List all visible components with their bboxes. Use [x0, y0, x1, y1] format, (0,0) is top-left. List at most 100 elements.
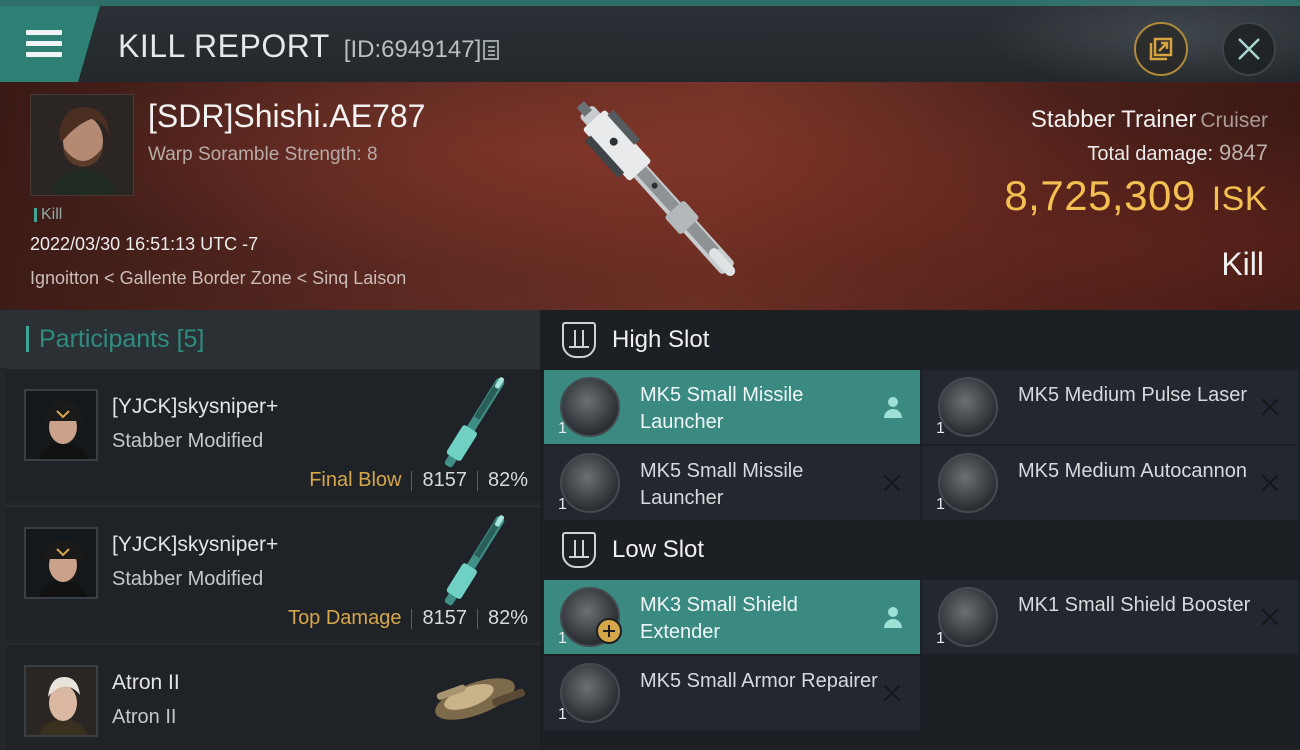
share-icon — [1149, 37, 1173, 61]
autocannon-icon — [938, 453, 998, 513]
close-icon — [1238, 38, 1260, 60]
participant-avatar[interactable] — [24, 665, 98, 737]
high-slot-icon — [562, 322, 596, 358]
close-icon[interactable] — [882, 472, 904, 494]
participants-count: [5] — [176, 324, 205, 353]
total-damage-value: 9847 — [1219, 140, 1268, 165]
participants-list: [YJCK]skysniper+ Stabber Modified Final … — [6, 368, 540, 750]
kill-tag: Kill — [34, 206, 62, 224]
participants-panel: Participants [5] [YJCK]skysniper+ Stabbe… — [0, 310, 540, 750]
victim-name[interactable]: [SDR]Shishi.AE787 — [148, 98, 425, 135]
plus-icon — [596, 618, 622, 644]
participant-percent: 82% — [487, 607, 528, 629]
participant-card[interactable]: [YJCK]skysniper+ Stabber Modified Top Da… — [6, 506, 540, 640]
divider — [476, 608, 478, 629]
participant-damage: 8157 — [422, 607, 467, 629]
participants-title: Participants [5] — [39, 325, 204, 354]
low-slot-label: Low Slot — [612, 536, 705, 563]
participant-percent: 82% — [487, 469, 528, 491]
participant-portrait — [26, 667, 96, 735]
close-button[interactable] — [1222, 22, 1276, 76]
module-quantity: 1 — [558, 630, 567, 647]
person-icon[interactable] — [882, 396, 904, 418]
module-name: MK1 Small Shield Booster — [1018, 594, 1251, 616]
isk-value: 8,725,309 — [1004, 172, 1196, 219]
close-icon[interactable] — [1260, 606, 1282, 628]
close-icon[interactable] — [1260, 396, 1282, 418]
fitting-panel: High Slot 1 MK5 Small Missile Launcher 1… — [542, 310, 1300, 750]
module-name: MK5 Small Missile Launcher — [640, 384, 804, 433]
ship-name[interactable]: Stabber Trainer — [1031, 106, 1196, 133]
module-item[interactable]: 1 MK1 Small Shield Booster — [922, 580, 1298, 654]
high-slot-modules: 1 MK5 Small Missile Launcher 1 MK5 Mediu… — [542, 370, 1300, 520]
module-name: MK5 Small Armor Repairer — [640, 670, 878, 692]
module-item[interactable]: 1 MK5 Small Missile Launcher — [544, 446, 920, 520]
participant-card[interactable]: [YJCK]skysniper+ Stabber Modified Final … — [6, 368, 540, 502]
module-name: MK3 Small Shield Extender — [640, 594, 798, 643]
participant-stats: Final Blow 8157 82% — [309, 469, 528, 492]
copy-icon[interactable] — [483, 40, 500, 60]
victim-portrait[interactable] — [30, 94, 134, 196]
kill-location: Ignoitton < Gallente Border Zone < Sinq … — [30, 268, 407, 288]
participants-header: Participants [5] — [0, 310, 540, 368]
final-blow-tag: Final Blow — [309, 469, 402, 491]
participant-stats: Top Damage 8157 82% — [288, 607, 528, 630]
low-slot-modules: 1 MK3 Small Shield Extender 1 MK1 Small … — [542, 580, 1300, 730]
kill-tag-marker — [34, 208, 37, 222]
report-id: [ID:6949147] — [343, 36, 500, 64]
participant-avatar[interactable] — [24, 389, 98, 461]
participant-ship-image[interactable] — [420, 373, 530, 473]
divider — [411, 470, 413, 491]
participant-name[interactable]: [YJCK]skysniper+ — [112, 395, 278, 419]
participant-portrait — [26, 391, 96, 459]
participant-ship: Stabber Modified — [112, 430, 264, 452]
module-item[interactable]: 1 MK5 Medium Pulse Laser — [922, 370, 1298, 444]
participant-ship: Atron II — [112, 706, 177, 728]
victim-panel: [SDR]Shishi.AE787 Warp Soramble Strength… — [0, 82, 1300, 310]
module-quantity: 1 — [558, 496, 567, 513]
module-name: MK5 Medium Pulse Laser — [1018, 384, 1247, 406]
title-area: KILL REPORT [ID:6949147] — [118, 28, 500, 65]
kill-datetime: 2022/03/30 16:51:13 UTC -7 — [30, 234, 259, 254]
divider — [476, 470, 478, 491]
participant-ship-image[interactable] — [420, 649, 530, 749]
warp-scramble-strength: Warp Soramble Strength: 8 — [148, 144, 378, 165]
page-title: KILL REPORT — [118, 28, 330, 64]
top-damage-tag: Top Damage — [288, 607, 402, 629]
isk-unit: ISK — [1211, 180, 1268, 218]
shield-booster-icon — [938, 587, 998, 647]
module-item[interactable]: 1 MK3 Small Shield Extender — [544, 580, 920, 654]
report-id-text: [ID:6949147] — [343, 36, 482, 63]
module-quantity: 1 — [558, 420, 567, 437]
total-damage-line: Total damage: 9847 — [1004, 140, 1268, 166]
portrait-image — [31, 95, 133, 195]
armor-repairer-icon — [560, 663, 620, 723]
total-damage-label: Total damage: — [1087, 143, 1214, 165]
participant-ship: Stabber Modified — [112, 568, 264, 590]
module-quantity: 1 — [936, 496, 945, 513]
participant-card[interactable]: Atron II Atron II — [6, 644, 540, 750]
isk-line: 8,725,309 ISK — [1004, 172, 1268, 220]
share-button[interactable] — [1134, 22, 1188, 76]
victim-ship-image[interactable] — [530, 84, 780, 300]
participant-portrait — [26, 529, 96, 597]
top-bar: KILL REPORT [ID:6949147] — [0, 0, 1300, 88]
participant-damage: 8157 — [422, 469, 467, 491]
module-item[interactable]: 1 MK5 Small Armor Repairer — [544, 656, 920, 730]
low-slot-header: Low Slot — [542, 520, 1300, 580]
participant-ship-image[interactable] — [420, 511, 530, 611]
module-item[interactable]: 1 MK5 Small Missile Launcher — [544, 370, 920, 444]
close-icon[interactable] — [882, 682, 904, 704]
ship-line: Stabber Trainer Cruiser — [1004, 106, 1268, 134]
participant-name[interactable]: Atron II — [112, 671, 180, 695]
module-item[interactable]: 1 MK5 Medium Autocannon — [922, 446, 1298, 520]
missile-launcher-icon — [560, 453, 620, 513]
person-icon[interactable] — [882, 606, 904, 628]
participant-avatar[interactable] — [24, 527, 98, 599]
close-icon[interactable] — [1260, 472, 1282, 494]
participant-name[interactable]: [YJCK]skysniper+ — [112, 533, 278, 557]
module-quantity: 1 — [936, 420, 945, 437]
low-slot-icon — [562, 532, 596, 568]
menu-button[interactable] — [0, 6, 100, 82]
module-quantity: 1 — [558, 706, 567, 723]
